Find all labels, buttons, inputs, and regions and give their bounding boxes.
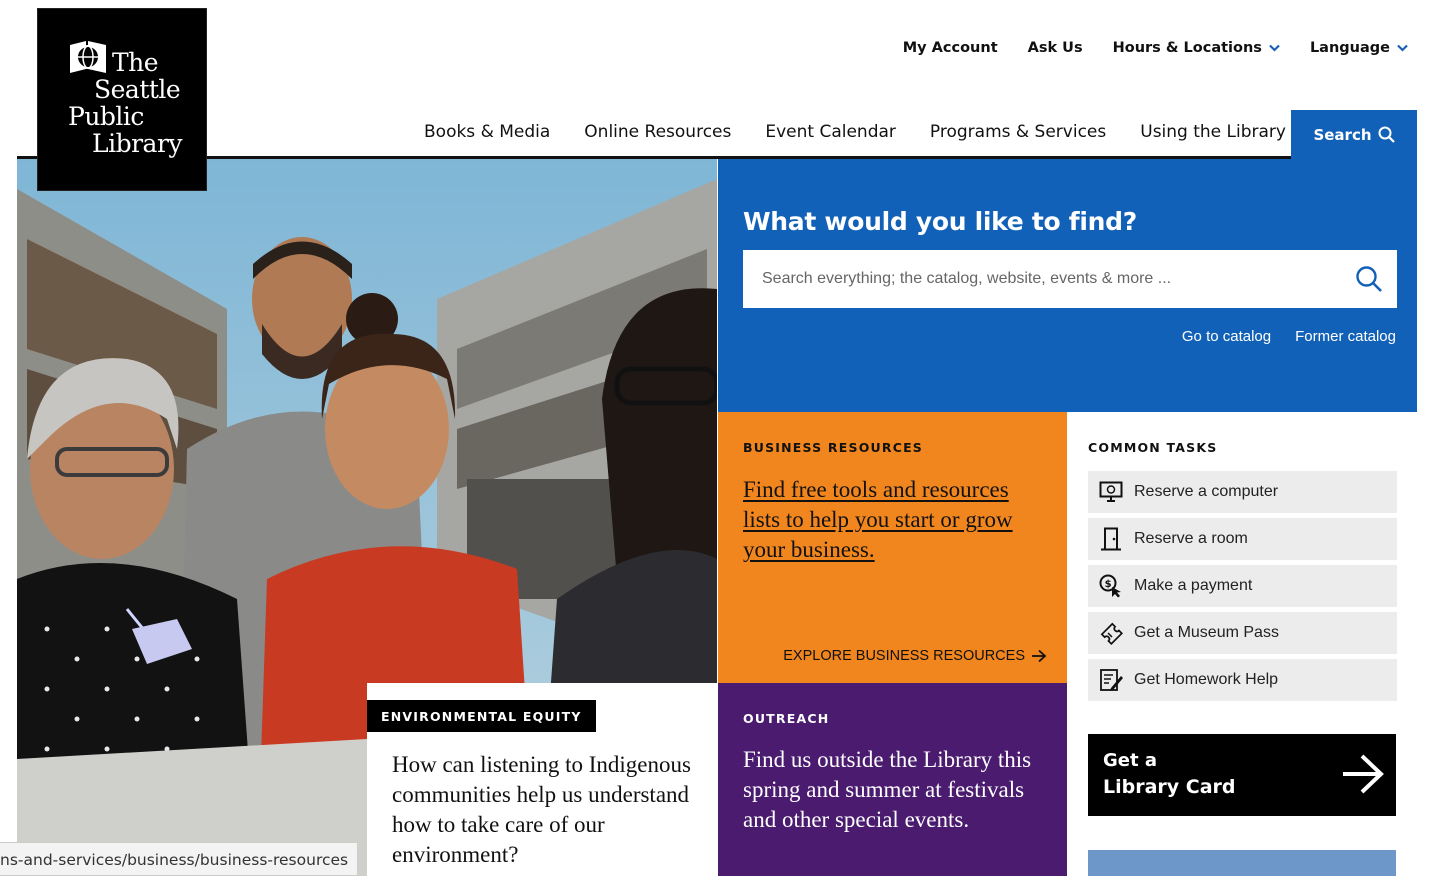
- task-reserve-room[interactable]: Reserve a room: [1088, 518, 1397, 560]
- common-tasks-panel: COMMON TASKS Reserve a computer Reserve …: [1068, 412, 1417, 876]
- nav-event-calendar[interactable]: Event Calendar: [748, 122, 913, 142]
- nav-programs-services[interactable]: Programs & Services: [913, 122, 1123, 142]
- my-account-link[interactable]: My Account: [903, 40, 998, 56]
- library-logo[interactable]: The Seattle Public Library: [37, 8, 207, 191]
- svg-text:$: $: [1105, 579, 1112, 590]
- task-label: Get Homework Help: [1134, 671, 1279, 688]
- former-catalog-link[interactable]: Former catalog: [1295, 328, 1396, 345]
- common-tasks-kicker: COMMON TASKS: [1088, 440, 1218, 455]
- arrow-right-icon: [1032, 649, 1047, 663]
- get-library-card-button[interactable]: Get a Library Card: [1088, 734, 1396, 816]
- search-box: [743, 250, 1397, 308]
- search-submit-button[interactable]: [1341, 265, 1397, 293]
- outreach-lead: Find us outside the Library this spring …: [743, 747, 1032, 832]
- ask-us-link[interactable]: Ask Us: [1028, 40, 1083, 56]
- find-heading: What would you like to find?: [743, 207, 1137, 236]
- arrow-right-icon: [1343, 754, 1384, 794]
- next-card-partial[interactable]: [1088, 850, 1396, 876]
- language-label: Language: [1309, 40, 1390, 56]
- link-status-bar: ns-and-services/business/business-resour…: [0, 842, 358, 876]
- business-resources-panel: BUSINESS RESOURCES Find free tools and r…: [718, 412, 1067, 683]
- task-make-payment[interactable]: $ Make a payment: [1088, 565, 1397, 607]
- language-dropdown[interactable]: Language: [1310, 40, 1408, 56]
- environmental-lead: How can listening to Indigenous communit…: [392, 752, 691, 867]
- nav-online-resources[interactable]: Online Resources: [567, 122, 748, 142]
- find-panel: What would you like to find? Go to catal…: [718, 159, 1417, 412]
- business-lead-link[interactable]: Find free tools and resources lists to h…: [743, 475, 1043, 565]
- library-card-line1: Get a: [1103, 750, 1157, 771]
- logo-text-seattle: Seattle: [94, 75, 181, 104]
- my-account-label: My Account: [902, 40, 998, 56]
- chevron-down-icon: [1269, 44, 1280, 52]
- task-homework-help[interactable]: Get Homework Help: [1088, 659, 1397, 701]
- computer-icon: [1098, 479, 1124, 505]
- logo-text-library: Library: [92, 129, 183, 158]
- globe-book-icon: [70, 41, 106, 73]
- payment-icon: $: [1098, 573, 1124, 599]
- outreach-panel[interactable]: OUTREACH Find us outside the Library thi…: [718, 683, 1067, 876]
- ask-us-label: Ask Us: [1027, 40, 1083, 56]
- task-museum-pass[interactable]: Get a Museum Pass: [1088, 612, 1397, 654]
- homework-icon: [1098, 667, 1124, 693]
- task-label: Reserve a computer: [1134, 483, 1279, 500]
- nav-using-the-library[interactable]: Using the Library: [1123, 122, 1303, 142]
- door-icon: [1098, 526, 1124, 552]
- library-card-line2: Library Card: [1103, 776, 1236, 798]
- explore-business-label: EXPLORE BUSINESS RESOURCES: [783, 648, 1025, 664]
- explore-business-link[interactable]: EXPLORE BUSINESS RESOURCES: [783, 648, 1047, 664]
- page: The Seattle Public Library My Account As…: [0, 0, 1444, 876]
- catalog-links: Go to catalog Former catalog: [1182, 328, 1396, 345]
- task-label: Reserve a room: [1134, 530, 1248, 547]
- nav-books-media[interactable]: Books & Media: [407, 122, 567, 142]
- go-to-catalog-link[interactable]: Go to catalog: [1182, 328, 1271, 345]
- search-input[interactable]: [743, 250, 1341, 308]
- hours-locations-label: Hours & Locations: [1112, 40, 1262, 56]
- search-icon: [1378, 126, 1395, 143]
- utility-nav: My Account Ask Us Hours & Locations Lang…: [903, 40, 1408, 56]
- search-tab-label: Search: [1313, 125, 1372, 144]
- main-nav: Books & Media Online Resources Event Cal…: [407, 122, 1303, 142]
- ticket-icon: [1098, 620, 1124, 646]
- task-label: Get a Museum Pass: [1134, 624, 1279, 641]
- chevron-down-icon: [1397, 44, 1408, 52]
- logo-text-the: The: [112, 48, 159, 77]
- environmental-equity-tag: ENVIRONMENTAL EQUITY: [367, 700, 596, 732]
- task-reserve-computer[interactable]: Reserve a computer: [1088, 471, 1397, 513]
- business-kicker: BUSINESS RESOURCES: [743, 440, 924, 455]
- hours-locations-dropdown[interactable]: Hours & Locations: [1113, 40, 1280, 56]
- outreach-kicker: OUTREACH: [743, 711, 830, 726]
- search-icon: [1356, 266, 1382, 292]
- search-tab-button[interactable]: Search: [1291, 110, 1417, 159]
- logo-text-public: Public: [68, 102, 144, 131]
- task-label: Make a payment: [1134, 577, 1253, 594]
